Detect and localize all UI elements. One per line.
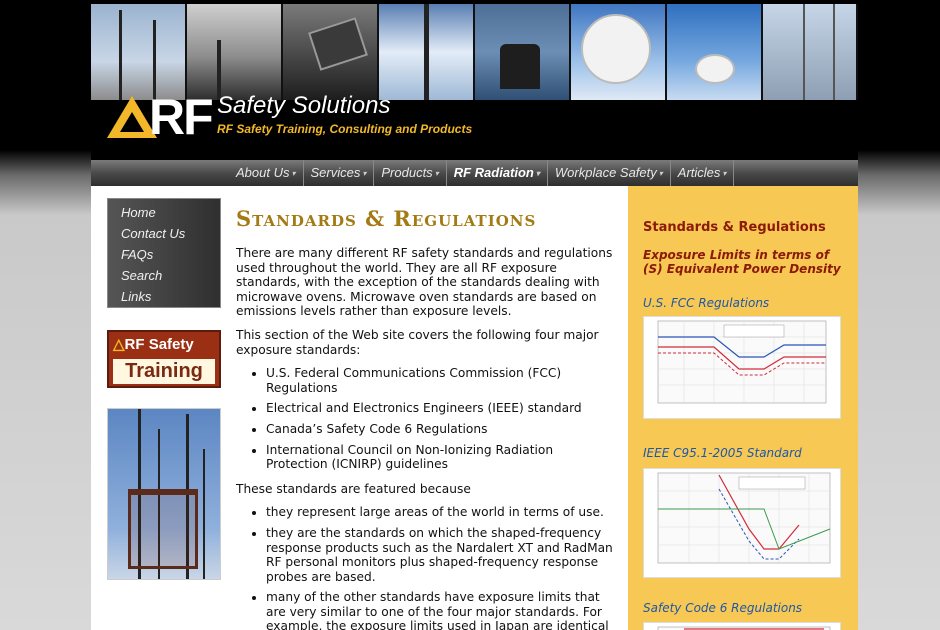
safety-code-6-link[interactable]: Safety Code 6 Regulations [643, 601, 802, 615]
main-content: Standards & Regulations There are many d… [236, 186, 628, 630]
list-item: many of the other standards have exposur… [266, 590, 614, 630]
dropdown-arrow-icon: ▾ [291, 169, 296, 179]
tower-photo [107, 408, 221, 580]
nav-products[interactable]: Products ▾ [374, 160, 447, 186]
list-item: International Council on Non-Ionizing Ra… [266, 443, 614, 472]
standards-list: U.S. Federal Communications Commission (… [266, 366, 614, 472]
list-item: Canada’s Safety Code 6 Regulations [266, 422, 614, 437]
reasons-list: they represent large areas of the world … [266, 505, 614, 630]
header-banner [91, 4, 858, 100]
fcc-limits-chart-thumbnail[interactable] [643, 316, 841, 419]
dropdown-arrow-icon: ▾ [535, 169, 540, 179]
safety-code-6-chart-thumbnail[interactable] [643, 622, 841, 630]
dropdown-arrow-icon: ▾ [722, 169, 727, 179]
section-intro: This section of the Web site covers the … [236, 327, 599, 357]
list-item: U.S. Federal Communications Commission (… [266, 366, 614, 395]
list-item: Electrical and Electronics Engineers (IE… [266, 401, 614, 416]
side-nav-faqs[interactable]: FAQs [108, 244, 220, 265]
banner-photo-climber [763, 4, 858, 100]
article-body: There are many different RF safety stand… [236, 246, 614, 630]
banner-photo-dish-tower [667, 4, 763, 100]
training-banner[interactable]: △RF Safety Training [107, 330, 221, 388]
training-banner-line1: RF Safety [124, 336, 194, 353]
banner-photo-submarine [475, 4, 571, 100]
nav-about-us[interactable]: About Us ▾ [229, 160, 304, 186]
dropdown-arrow-icon: ▾ [362, 169, 367, 179]
page-title: Standards & Regulations [236, 206, 537, 231]
nav-workplace-safety[interactable]: Workplace Safety ▾ [548, 160, 671, 186]
tagline: RF Safety Training, Consulting and Produ… [217, 122, 473, 136]
banner-photo-antenna [187, 4, 283, 100]
left-sidebar: Home Contact Us FAQs Search Links △RF Sa… [91, 186, 236, 630]
ieee-standard-link[interactable]: IEEE C95.1-2005 Standard [643, 446, 802, 460]
dropdown-arrow-icon: ▾ [658, 169, 663, 179]
list-item: they represent large areas of the world … [266, 505, 614, 520]
side-nav: Home Contact Us FAQs Search Links [107, 198, 221, 308]
triangle-icon: △ [113, 336, 125, 353]
nav-services[interactable]: Services ▾ [304, 160, 375, 186]
banner-photo-panel-antennas [379, 4, 475, 100]
fcc-regulations-link[interactable]: U.S. FCC Regulations [643, 296, 769, 310]
nav-articles[interactable]: Articles ▾ [671, 160, 735, 186]
side-nav-contact-us[interactable]: Contact Us [108, 223, 220, 244]
company-name: Safety Solutions [217, 92, 391, 119]
logo-rf-text: RF [149, 89, 214, 145]
banner-photo-meter [283, 4, 379, 100]
featured-intro: These standards are featured because [236, 481, 471, 496]
panel-subtitle: Exposure Limits in terms of (S) Equivale… [643, 248, 841, 276]
page: RF Safety Solutions RF Safety Training, … [91, 4, 858, 630]
panel-title: Standards & Regulations [643, 220, 826, 235]
list-item: they are the standards on which the shap… [266, 526, 614, 584]
side-nav-search[interactable]: Search [108, 265, 220, 286]
nav-rf-radiation[interactable]: RF Radiation ▾ [447, 160, 548, 186]
banner-photo-towers [91, 4, 187, 100]
dropdown-arrow-icon: ▾ [434, 169, 439, 179]
ieee-limits-chart-thumbnail[interactable] [643, 468, 841, 578]
right-panel: Standards & Regulations Exposure Limits … [628, 186, 858, 630]
side-nav-home[interactable]: Home [108, 202, 220, 223]
side-nav-links[interactable]: Links [108, 286, 220, 307]
site-logo[interactable]: RF Safety Solutions RF Safety Training, … [107, 89, 527, 145]
banner-photo-dish [571, 4, 667, 100]
main-nav: About Us ▾ Services ▾ Products ▾ RF Radiati… [91, 160, 858, 186]
training-banner-line2: Training [113, 359, 215, 384]
intro-paragraph: There are many different RF safety stand… [236, 246, 613, 319]
